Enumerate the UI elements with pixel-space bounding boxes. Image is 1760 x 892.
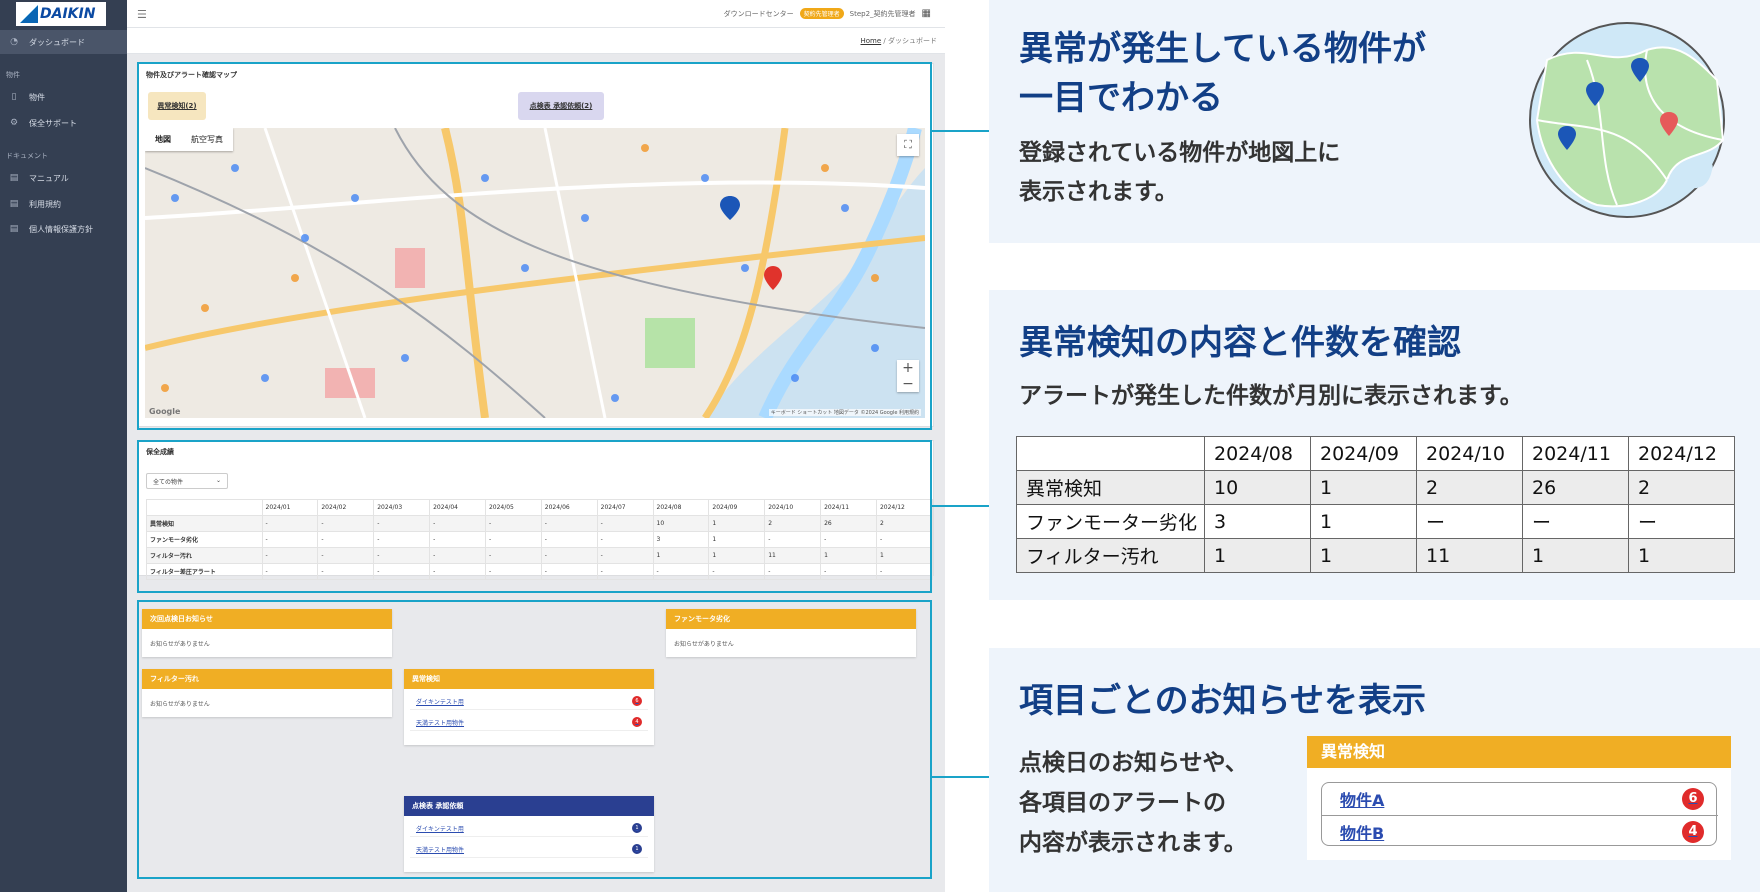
col-header: 2024/11 (1522, 436, 1629, 471)
sidebar-item-label: 物件 (29, 92, 45, 102)
cell: 3 (1204, 504, 1311, 539)
map-globe-illustration (1529, 22, 1725, 218)
cell: ー (1522, 504, 1629, 539)
connector-line (932, 776, 989, 778)
user-name[interactable]: Step2_契約先管理者 (850, 9, 916, 19)
sidebar-item-label: マニュアル (29, 173, 69, 183)
feature-panel-map: 異常が発生している物件が 一目でわかる 登録されている物件が地図上に 表示されま… (989, 0, 1760, 243)
logo-text: DAIKIN (40, 6, 96, 22)
panel-text: 内容が表示されます。 (1019, 830, 1247, 856)
col-header: 2024/10 (1416, 436, 1523, 471)
role-badge: 契約先管理者 (799, 8, 844, 19)
table-corner (1016, 436, 1205, 471)
link-label: 物件A (1340, 791, 1385, 810)
breadcrumb-separator: / (883, 37, 886, 45)
cell: 10 (1204, 470, 1311, 505)
col-header: 2024/09 (1310, 436, 1417, 471)
breadcrumb: Home / ダッシュボード (861, 36, 938, 46)
panel-text: アラートが発生した件数が月別に表示されます。 (1019, 383, 1523, 409)
highlight-notices (137, 600, 932, 879)
sample-card-title: 異常検知 (1307, 736, 1731, 768)
monthly-alert-table: 2024/08 2024/09 2024/10 2024/11 2024/12 … (1016, 436, 1735, 573)
building-icon: ▯ (11, 92, 17, 102)
download-center-link[interactable]: ダウンロードセンター (724, 9, 794, 19)
link-label: 物件B (1340, 823, 1385, 843)
sample-link-item[interactable]: 物件A 6 (1322, 783, 1718, 815)
count-badge: 4 (1682, 820, 1704, 843)
cell: 26 (1522, 470, 1629, 505)
dashboard-icon: ◔ (10, 37, 18, 47)
panel-text: 点検日のお知らせや、 (1019, 750, 1248, 776)
sample-link-item[interactable]: 物件B 4 (1322, 815, 1718, 847)
cell: 1 (1204, 538, 1311, 573)
cell: 11 (1416, 538, 1523, 573)
connector-line (932, 505, 989, 507)
col-header: 2024/12 (1628, 436, 1735, 471)
sidebar-item-privacy[interactable]: ▤ 個人情報保護方針 (0, 217, 127, 241)
document-icon: ▤ (9, 224, 19, 234)
cell: 1 (1310, 470, 1417, 505)
connector-line (932, 130, 989, 132)
document-icon: ▤ (9, 173, 19, 183)
panel-text: 各項目のアラートの (1019, 790, 1226, 816)
page-root: DAIKIN ◔ ダッシュボード 物件 ▯ 物件 ⚙ 保全サポート ドキュメント… (0, 0, 1760, 892)
cell: ー (1416, 504, 1523, 539)
breadcrumb-bar: Home / ダッシュボード (127, 28, 945, 54)
panel-heading: 項目ごとのお知らせを表示 (1019, 681, 1426, 721)
cell: 2 (1628, 470, 1735, 505)
topbar-right: ダウンロードセンター 契約先管理者 Step2_契約先管理者 ▦ (724, 8, 931, 19)
panel-text: 表示されます。 (1019, 179, 1178, 205)
feature-panel-notices: 項目ごとのお知らせを表示 点検日のお知らせや、 各項目のアラートの 内容が表示さ… (989, 648, 1760, 892)
hamburger-menu-icon[interactable]: ☰ (137, 8, 147, 21)
cell: ー (1628, 504, 1735, 539)
sidebar-item-property[interactable]: ▯ 物件 (0, 85, 127, 109)
support-icon: ⚙ (9, 118, 19, 128)
cell: 1 (1310, 538, 1417, 573)
row-label: ファンモーター劣化 (1016, 504, 1205, 539)
cell: 1 (1522, 538, 1629, 573)
daikin-logo-mark-icon (20, 5, 38, 23)
sidebar: DAIKIN ◔ ダッシュボード 物件 ▯ 物件 ⚙ 保全サポート ドキュメント… (0, 0, 127, 892)
sidebar-item-terms[interactable]: ▤ 利用規約 (0, 192, 127, 216)
sidebar-item-support[interactable]: ⚙ 保全サポート (0, 111, 127, 135)
sidebar-item-manual[interactable]: ▤ マニュアル (0, 166, 127, 190)
cell: 1 (1310, 504, 1417, 539)
topbar: ☰ ダウンロードセンター 契約先管理者 Step2_契約先管理者 ▦ (127, 0, 945, 28)
panel-text: 登録されている物件が地図上に (1019, 140, 1341, 166)
row-label: 異常検知 (1016, 470, 1205, 505)
panel-heading: 異常が発生している物件が (1019, 29, 1426, 69)
feature-panel-table: 異常検知の内容と件数を確認 アラートが発生した件数が月別に表示されます。 202… (989, 290, 1760, 600)
count-badge: 6 (1682, 788, 1704, 810)
sidebar-item-label: 保全サポート (29, 118, 77, 128)
table-row: 異常検知 10 1 2 26 2 (1016, 470, 1735, 505)
breadcrumb-home[interactable]: Home (861, 37, 882, 45)
cell: 2 (1416, 470, 1523, 505)
row-label: フィルター汚れ (1016, 538, 1205, 573)
table-row: ファンモーター劣化 3 1 ー ー ー (1016, 504, 1735, 539)
highlight-map (137, 62, 932, 430)
sidebar-section-property: 物件 (6, 71, 20, 79)
table-header-row: 2024/08 2024/09 2024/10 2024/11 2024/12 (1016, 436, 1735, 471)
sidebar-item-dashboard[interactable]: ◔ ダッシュボード (0, 30, 127, 54)
highlight-table (137, 440, 932, 593)
breadcrumb-current: ダッシュボード (888, 37, 937, 45)
sidebar-item-label: 利用規約 (29, 199, 61, 209)
cell: 1 (1628, 538, 1735, 573)
table-row: フィルター汚れ 1 1 11 1 1 (1016, 538, 1735, 573)
daikin-logo[interactable]: DAIKIN (16, 2, 106, 26)
sidebar-section-docs: ドキュメント (6, 152, 48, 160)
panel-heading: 一目でわかる (1019, 78, 1223, 118)
panel-heading: 異常検知の内容と件数を確認 (1019, 323, 1461, 363)
document-icon: ▤ (9, 199, 19, 209)
sample-link-list: 物件A 6 物件B 4 (1321, 782, 1718, 847)
sidebar-item-label: ダッシュボード (29, 37, 85, 47)
col-header: 2024/08 (1204, 436, 1311, 471)
sample-anomaly-card: 異常検知 物件A 6 物件B 4 (1307, 736, 1731, 860)
apps-grid-icon[interactable]: ▦ (922, 8, 931, 19)
sidebar-item-label: 個人情報保護方針 (29, 224, 93, 234)
